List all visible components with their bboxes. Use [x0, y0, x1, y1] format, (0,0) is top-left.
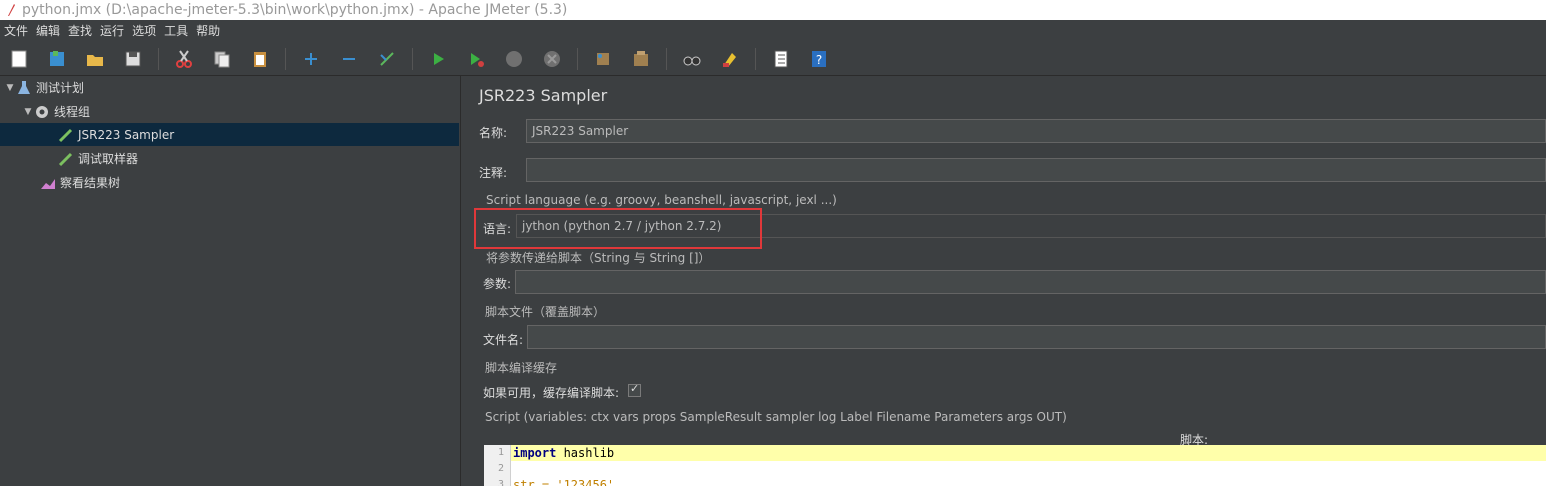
help-icon[interactable]: ?: [806, 46, 832, 72]
jmeter-feather-icon: [6, 3, 16, 17]
filename-field[interactable]: [527, 325, 1546, 349]
expand-icon[interactable]: [298, 46, 324, 72]
cut-icon[interactable]: [171, 46, 197, 72]
toolbar-separator: [412, 47, 413, 70]
tree-item-label: 测试计划: [36, 81, 85, 95]
line-number-gutter: 1 2 3: [484, 445, 511, 486]
code-line[interactable]: str = '123456': [511, 477, 1546, 486]
menu-bar: 文件 编辑 查找 运行 选项 工具 帮助: [0, 20, 1546, 42]
params-section-title: 将参数传递给脚本（String 与 String []）: [486, 251, 711, 265]
svg-text:?: ?: [816, 53, 822, 67]
code-keyword: import: [513, 446, 557, 460]
clear-all-icon[interactable]: [628, 46, 654, 72]
tree-item-label: 线程组: [54, 105, 91, 119]
menu-tools[interactable]: 工具: [160, 20, 192, 42]
code-text: hashlib: [556, 446, 615, 460]
tree-item-thread-group[interactable]: ▼ 线程组: [0, 100, 459, 123]
cache-checkbox[interactable]: ✓: [628, 382, 641, 397]
test-plan-icon: [16, 80, 32, 96]
collapse-icon[interactable]: [336, 46, 362, 72]
new-icon[interactable]: [6, 46, 32, 72]
code-text: str = '123456': [513, 478, 615, 486]
comment-field[interactable]: [526, 158, 1546, 182]
menu-help[interactable]: 帮助: [192, 20, 224, 42]
tree-item-label: 察看结果树: [60, 176, 121, 190]
copy-icon[interactable]: [209, 46, 235, 72]
sampler-config-panel: JSR223 Sampler 名称: JSR223 Sampler 注释: Sc…: [468, 76, 1546, 486]
toolbar-separator: [285, 47, 286, 70]
checkmark-icon: ✓: [630, 382, 640, 395]
params-field[interactable]: [515, 270, 1546, 294]
menu-search[interactable]: 查找: [64, 20, 96, 42]
toolbar-separator: [577, 47, 578, 70]
tree-item-label: JSR223 Sampler: [78, 127, 175, 142]
script-language-section-title: Script language (e.g. groovy, beanshell,…: [486, 193, 837, 207]
toolbar: ?: [0, 42, 1546, 76]
expand-arrow-icon[interactable]: ▼: [22, 107, 34, 117]
paste-icon[interactable]: [247, 46, 273, 72]
name-label: 名称:: [479, 126, 508, 140]
code-line[interactable]: import hashlib: [511, 445, 1546, 461]
test-plan-tree: ▼ 测试计划 ▼ 线程组 JSR223 Sampler 调试取样器 察看结果树: [0, 76, 461, 486]
shutdown-icon[interactable]: [539, 46, 565, 72]
toolbar-separator: [666, 47, 667, 70]
filename-label: 文件名:: [483, 333, 524, 347]
open-icon[interactable]: [82, 46, 108, 72]
save-icon[interactable]: [120, 46, 146, 72]
stop-icon[interactable]: [501, 46, 527, 72]
reset-search-icon[interactable]: [717, 46, 743, 72]
toolbar-separator: [755, 47, 756, 70]
thread-group-icon: [34, 104, 50, 120]
window-title: python.jmx (D:\apache-jmeter-5.3\bin\wor…: [22, 2, 568, 18]
menu-options[interactable]: 选项: [128, 20, 160, 42]
sampler-icon: [58, 151, 74, 167]
search-icon[interactable]: [679, 46, 705, 72]
tree-item-debug-sampler[interactable]: 调试取样器: [0, 147, 459, 170]
comment-label: 注释:: [479, 166, 508, 180]
panel-title: JSR223 Sampler: [479, 86, 608, 105]
highlight-annotation: [474, 208, 762, 249]
params-label: 参数:: [483, 277, 512, 291]
toggle-icon[interactable]: [374, 46, 400, 72]
cache-label: 如果可用，缓存编译脚本:: [483, 386, 620, 400]
clear-icon[interactable]: [590, 46, 616, 72]
toolbar-separator: [158, 47, 159, 70]
start-no-pause-icon[interactable]: [463, 46, 489, 72]
name-field[interactable]: JSR223 Sampler: [526, 119, 1546, 143]
cache-section-title: 脚本编译缓存: [485, 361, 558, 375]
menu-file[interactable]: 文件: [0, 20, 32, 42]
sampler-icon: [58, 127, 74, 143]
line-number: 1: [497, 447, 504, 458]
tree-item-test-plan[interactable]: ▼ 测试计划: [0, 76, 463, 99]
templates-icon[interactable]: [44, 46, 70, 72]
code-line[interactable]: [511, 461, 1546, 477]
script-editor[interactable]: 1 2 3 import hashlib str = '123456': [484, 445, 1546, 486]
line-number: 3: [497, 479, 504, 486]
tree-item-jsr223-sampler[interactable]: JSR223 Sampler: [0, 123, 459, 146]
start-icon[interactable]: [425, 46, 451, 72]
title-bar: python.jmx (D:\apache-jmeter-5.3\bin\wor…: [0, 0, 1546, 20]
tree-item-view-results-tree[interactable]: 察看结果树: [0, 171, 459, 194]
script-section-title: Script (variables: ctx vars props Sample…: [485, 410, 1067, 424]
line-number: 2: [497, 463, 504, 474]
menu-edit[interactable]: 编辑: [32, 20, 64, 42]
menu-run[interactable]: 运行: [96, 20, 128, 42]
listener-icon: [40, 175, 56, 191]
function-helper-icon[interactable]: [768, 46, 794, 72]
script-file-section-title: 脚本文件（覆盖脚本）: [485, 305, 606, 319]
tree-item-label: 调试取样器: [78, 152, 139, 166]
expand-arrow-icon[interactable]: ▼: [4, 83, 16, 93]
